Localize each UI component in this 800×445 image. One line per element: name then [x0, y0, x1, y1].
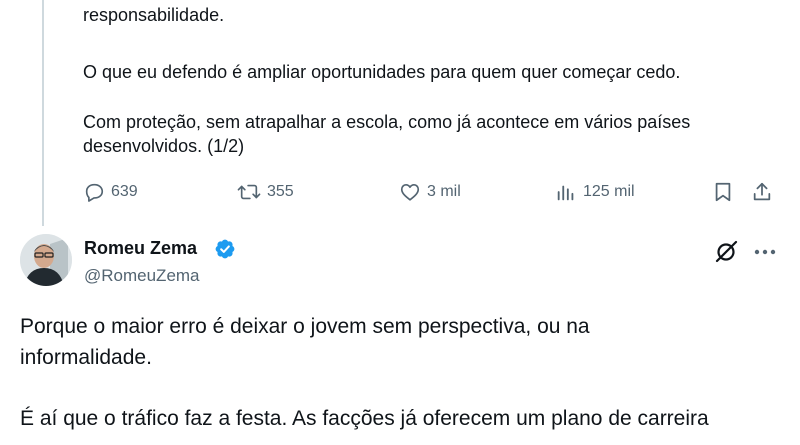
previous-tweet-paragraph: Com proteção, sem atrapalhar a escola, c…	[83, 112, 696, 156]
author-handle[interactable]: @RomeuZema	[84, 266, 200, 286]
views-button[interactable]: 125 mil	[555, 176, 635, 208]
reply-button[interactable]: 639	[83, 176, 138, 208]
bookmark-button[interactable]	[712, 176, 734, 208]
tweet-thread: responsabilidade. O que eu defendo é amp…	[0, 0, 800, 445]
retweet-count: 355	[267, 183, 294, 200]
retweet-icon	[237, 181, 261, 203]
avatar[interactable]	[20, 234, 72, 286]
tweet-paragraph: É aí que o tráfico faz a festa. As facçõ…	[20, 407, 709, 430]
previous-tweet-paragraph: O que eu defendo é ampliar oportunidades…	[83, 62, 681, 82]
reply-icon	[83, 181, 105, 203]
tweet-paragraph: Porque o maior erro é deixar o jovem sem…	[20, 315, 596, 369]
like-count: 3 mil	[427, 183, 461, 200]
share-icon	[751, 181, 773, 203]
more-button[interactable]	[750, 236, 780, 266]
tweet-author-row: Romeu Zema @RomeuZema	[20, 234, 780, 290]
views-count: 125 mil	[583, 183, 635, 200]
verified-badge-icon	[214, 238, 236, 260]
more-icon	[754, 242, 776, 260]
reply-count: 639	[111, 183, 138, 200]
bookmark-icon	[712, 181, 734, 203]
like-button[interactable]: 3 mil	[399, 176, 461, 208]
retweet-button[interactable]: 355	[237, 176, 294, 208]
heart-icon	[399, 181, 421, 203]
grok-icon[interactable]	[714, 238, 740, 264]
author-name[interactable]: Romeu Zema	[84, 238, 197, 259]
views-icon	[555, 181, 577, 203]
tweet-action-bar: 639 355 3 mil 125 mil	[83, 176, 783, 208]
previous-tweet-paragraph: responsabilidade.	[83, 5, 225, 25]
thread-connector-line	[42, 0, 44, 226]
share-button[interactable]	[751, 176, 773, 208]
